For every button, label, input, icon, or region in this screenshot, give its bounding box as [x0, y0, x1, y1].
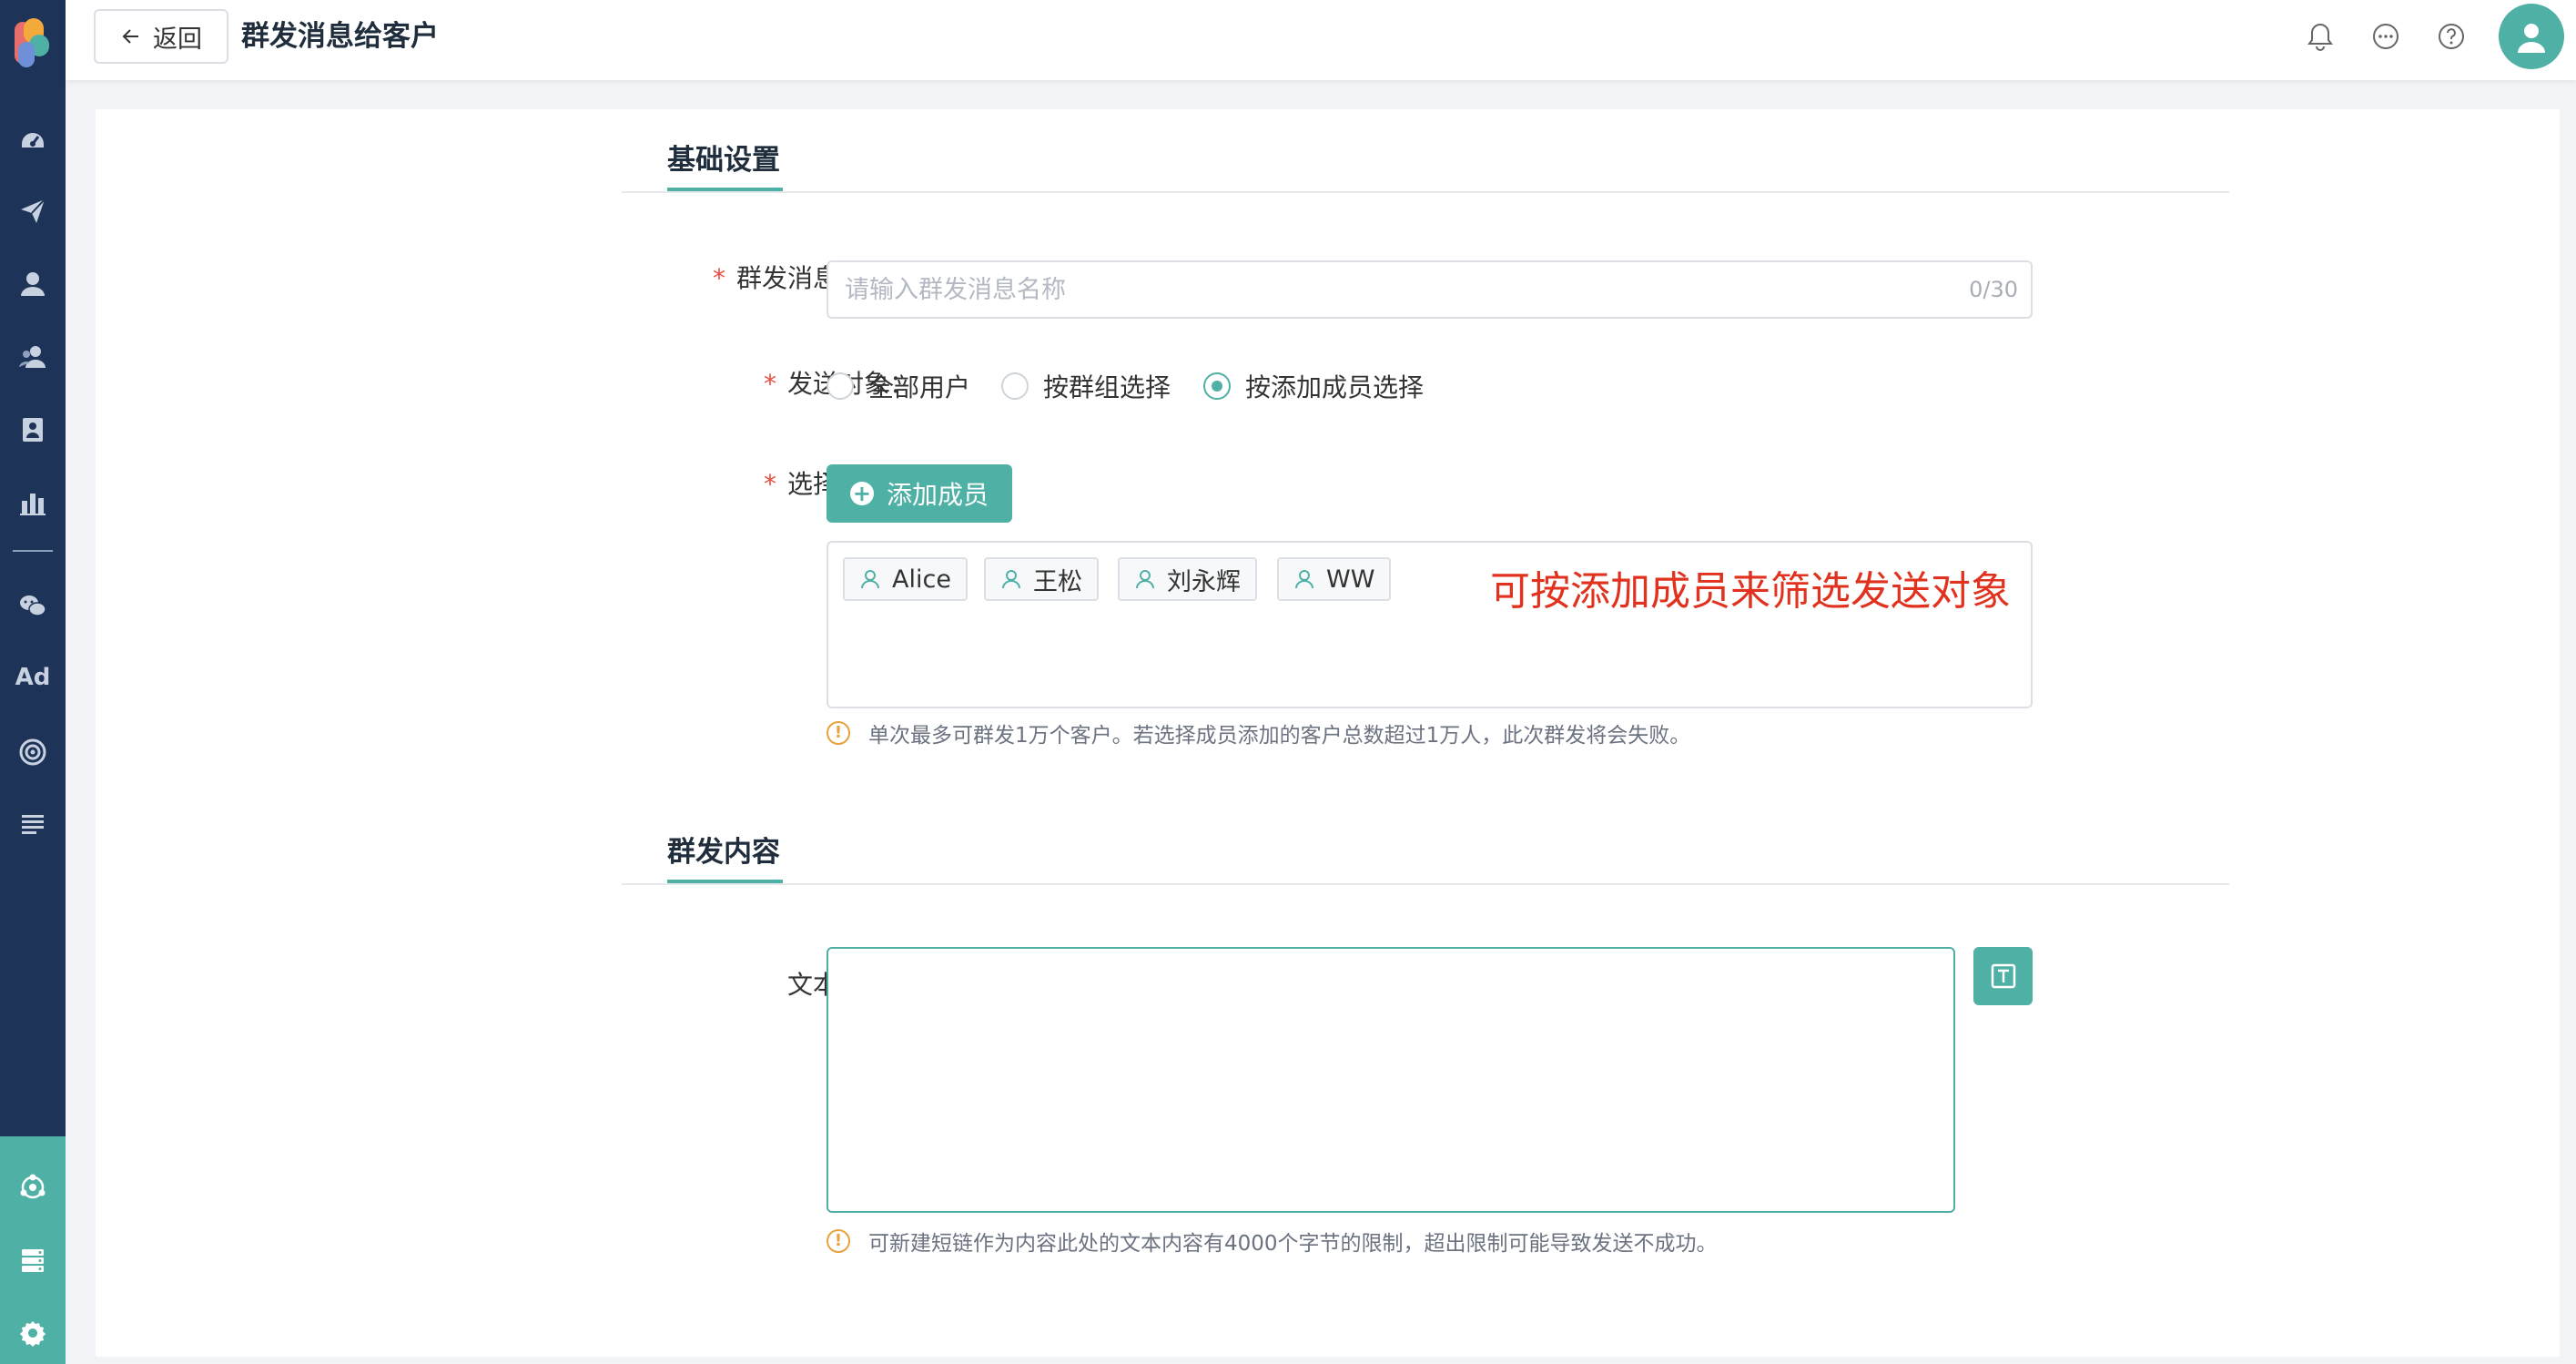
- section-basic-divider: [622, 191, 2229, 193]
- text-t-icon: [1991, 963, 2015, 989]
- required-mark: *: [763, 369, 776, 399]
- add-member-button[interactable]: + 添加成员: [827, 464, 1012, 523]
- back-button[interactable]: 返回: [94, 9, 228, 64]
- help-icon[interactable]: [2433, 18, 2470, 55]
- member-name: WW: [1326, 565, 1375, 594]
- member-name: 刘永辉: [1167, 567, 1241, 596]
- text-format-button[interactable]: [1973, 947, 2033, 1005]
- ad-icon[interactable]: Ad: [11, 661, 55, 694]
- sidebar-divider: [13, 550, 53, 552]
- member-tag[interactable]: WW: [1277, 557, 1392, 601]
- members-box: Alice 王松 刘永辉 WW 可按添加成员来筛选发送对象: [827, 541, 2033, 708]
- member-name: 王松: [1033, 567, 1082, 596]
- section-title-content: 群发内容: [667, 836, 780, 869]
- user-avatar-icon[interactable]: [2499, 4, 2564, 69]
- radio-by-member[interactable]: 按添加成员选择: [1203, 368, 1424, 404]
- info-warning-icon: !: [827, 1229, 850, 1253]
- sidebar: Ad: [0, 0, 66, 1364]
- add-member-label: 添加成员: [886, 480, 989, 510]
- radio-label: 全部用户: [868, 372, 971, 402]
- back-button-label: 返回: [153, 25, 202, 54]
- group-users-icon[interactable]: [15, 339, 51, 375]
- radio-label: 按添加成员选择: [1245, 372, 1425, 402]
- list-icon[interactable]: [15, 807, 51, 843]
- text-hint-text: 可新建短链作为内容此处的文本内容有4000个字节的限制，超出限制可能导致发送不成…: [868, 1232, 1718, 1256]
- badge-icon[interactable]: [15, 412, 51, 448]
- user-outline-icon: [1002, 570, 1020, 589]
- arrow-left-icon: [122, 29, 138, 44]
- text-hint: ! 可新建短链作为内容此处的文本内容有4000个字节的限制，超出限制可能导致发送…: [827, 1226, 1718, 1257]
- network-icon[interactable]: [15, 1169, 51, 1206]
- required-mark: *: [712, 263, 725, 293]
- member-tag[interactable]: 王松: [984, 557, 1099, 601]
- member-tag[interactable]: 刘永辉: [1118, 557, 1257, 601]
- bar-chart-icon[interactable]: [15, 484, 51, 521]
- chat-icon[interactable]: [2368, 18, 2404, 55]
- message-name-input-wrap: 0/30: [827, 260, 2033, 319]
- dashboard-icon[interactable]: [15, 120, 51, 157]
- settings-icon[interactable]: [15, 1315, 51, 1351]
- member-tag[interactable]: Alice: [843, 557, 968, 601]
- text-content-textarea[interactable]: [828, 949, 1953, 1211]
- section-title-basic: 基础设置: [667, 144, 780, 173]
- user-outline-icon: [1136, 570, 1154, 589]
- radio-by-group[interactable]: 按群组选择: [1001, 368, 1171, 404]
- info-warning-icon: !: [827, 721, 850, 745]
- radio-circle[interactable]: [827, 372, 854, 400]
- app-logo[interactable]: [9, 15, 56, 73]
- members-hint-text: 单次最多可群发1万个客户。若选择成员添加的客户总数超过1万人，此次群发将会失败。: [868, 724, 1691, 748]
- form-card: 基础设置 *群发消息名称： 0/30 *发送对象： 全部用户 按群组选择 按添加…: [96, 109, 2560, 1357]
- radio-label: 按群组选择: [1043, 372, 1171, 402]
- required-mark: *: [763, 469, 776, 499]
- name-char-counter: 0/30: [1969, 277, 2018, 302]
- wechat-icon[interactable]: [15, 588, 51, 625]
- server-icon[interactable]: [15, 1242, 51, 1278]
- radio-circle[interactable]: [1001, 372, 1029, 400]
- plus-circle-icon: +: [849, 482, 874, 505]
- user-icon[interactable]: [15, 266, 51, 302]
- annotation-text: 可按添加成员来筛选发送对象: [1490, 568, 2011, 615]
- page-title: 群发消息给客户: [241, 20, 439, 53]
- bell-icon[interactable]: [2302, 18, 2338, 55]
- radio-circle-selected[interactable]: [1203, 372, 1231, 400]
- target-icon[interactable]: [15, 734, 51, 770]
- user-outline-icon: [861, 570, 879, 589]
- user-outline-icon: [1295, 570, 1313, 589]
- sidebar-bottom-panel: [0, 1136, 66, 1364]
- radio-all-users[interactable]: 全部用户: [827, 368, 970, 404]
- section-basic-header: 基础设置: [96, 109, 2560, 173]
- member-name: Alice: [892, 565, 951, 594]
- section-content-divider: [622, 883, 2229, 885]
- message-name-input[interactable]: [828, 262, 1921, 317]
- top-header: 返回 群发消息给客户: [66, 0, 2576, 80]
- members-hint: ! 单次最多可群发1万个客户。若选择成员添加的客户总数超过1万人，此次群发将会失…: [827, 718, 1690, 748]
- send-icon[interactable]: [15, 193, 51, 229]
- text-content-wrap: [827, 947, 1955, 1213]
